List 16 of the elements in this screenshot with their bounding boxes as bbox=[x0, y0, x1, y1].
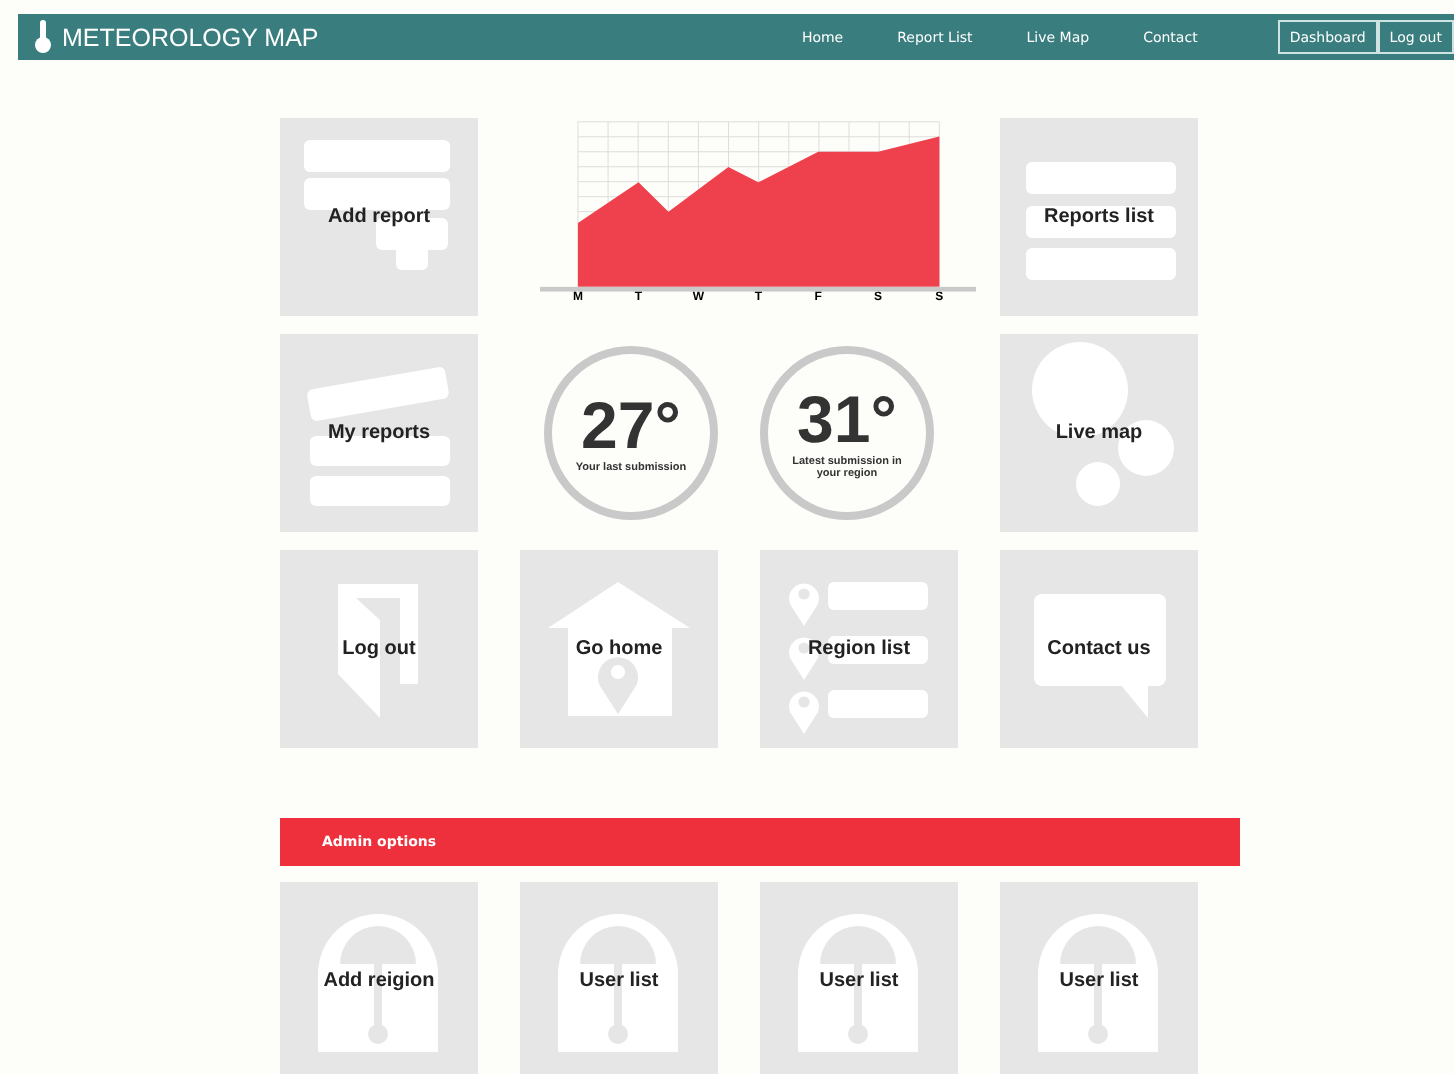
dashboard-tile[interactable]: Reports list bbox=[1000, 118, 1198, 316]
temperature-value: 27° bbox=[581, 392, 681, 458]
dashboard-tile[interactable]: Region list bbox=[760, 550, 958, 748]
temperature-value: 31° bbox=[797, 386, 897, 452]
dashboard-tile[interactable]: Add reigion bbox=[280, 882, 478, 1074]
dashboard-tile[interactable]: Go home bbox=[520, 550, 718, 748]
dashboard-tile[interactable]: Live map bbox=[1000, 334, 1198, 532]
dashboard-tile[interactable]: User list bbox=[1000, 882, 1198, 1074]
app-title: METEOROLOGY MAP bbox=[62, 23, 319, 51]
thermometer-icon bbox=[34, 20, 52, 54]
dashboard-tile[interactable]: Add report bbox=[280, 118, 478, 316]
dashboard-tile[interactable]: Contact us bbox=[1000, 550, 1198, 748]
dashboard-tile[interactable]: Log out bbox=[280, 550, 478, 748]
dashboard-tile[interactable]: User list bbox=[760, 882, 958, 1074]
dashboard-tile[interactable]: User list bbox=[520, 882, 718, 1074]
dashboard-tile[interactable]: My reports bbox=[280, 334, 478, 532]
